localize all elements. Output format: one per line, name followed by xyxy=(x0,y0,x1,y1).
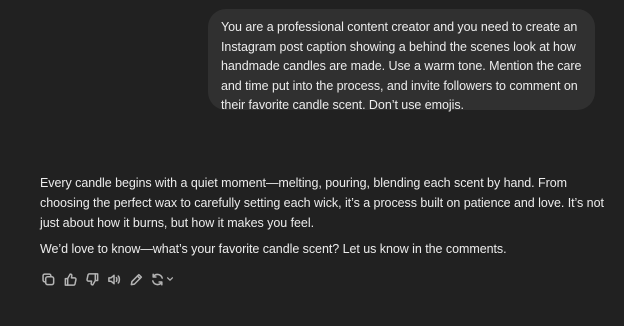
chevron-down-icon xyxy=(166,277,174,281)
chat-thread: You are a professional content creator a… xyxy=(0,0,624,326)
copy-icon xyxy=(41,272,54,285)
thumbs-up-icon xyxy=(64,272,77,286)
thumbs-down-icon xyxy=(85,272,98,286)
edit-button[interactable] xyxy=(125,268,147,290)
user-message-text: You are a professional content creator a… xyxy=(221,20,582,113)
read-aloud-button[interactable] xyxy=(103,268,125,290)
copy-button[interactable] xyxy=(37,268,59,290)
read-aloud-icon xyxy=(107,274,120,284)
assistant-message: Every candle begins with a quiet moment—… xyxy=(40,174,612,260)
regenerate-icon xyxy=(152,273,163,285)
message-action-bar xyxy=(37,268,177,290)
assistant-paragraph: Every candle begins with a quiet moment—… xyxy=(40,176,604,230)
thumbs-down-button[interactable] xyxy=(81,268,103,290)
assistant-paragraph: We’d love to know—what’s your favorite c… xyxy=(40,242,507,257)
edit-icon xyxy=(130,273,142,285)
thumbs-up-button[interactable] xyxy=(59,268,81,290)
user-message-bubble: You are a professional content creator a… xyxy=(208,9,595,113)
regenerate-button[interactable] xyxy=(147,268,177,290)
